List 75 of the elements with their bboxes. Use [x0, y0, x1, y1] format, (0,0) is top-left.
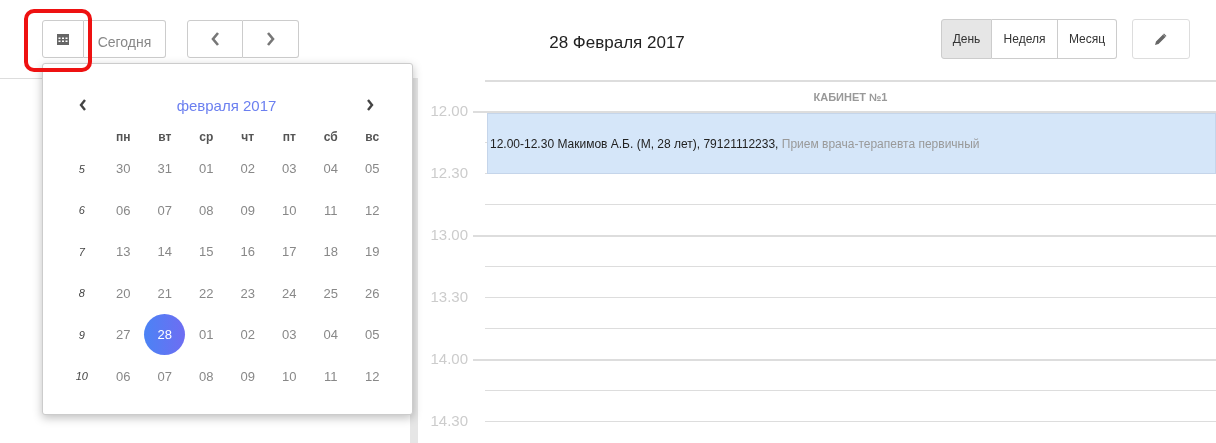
calendar-day[interactable]: 13 — [102, 231, 144, 273]
calendar-day[interactable]: 14 — [144, 231, 186, 273]
week-number: 10 — [75, 370, 88, 383]
calendar-day[interactable]: 04 — [310, 148, 352, 190]
calendar-day[interactable]: 03 — [268, 314, 310, 356]
calendar-day[interactable]: 07 — [144, 355, 186, 397]
weekday-label: сб — [323, 130, 338, 144]
calendar-day[interactable]: 01 — [185, 148, 227, 190]
highlight-frame — [24, 9, 92, 72]
calendar-day[interactable]: 02 — [227, 314, 269, 356]
calendar-day[interactable]: 23 — [227, 272, 269, 314]
month-title[interactable]: февраля 2017 — [176, 96, 277, 114]
calendar-day[interactable]: 31 — [144, 148, 186, 190]
week-number: 6 — [78, 204, 85, 217]
today-button[interactable]: Сегодня — [84, 20, 166, 58]
calendar-day[interactable]: 16 — [227, 231, 269, 273]
calendar-day[interactable]: 07 — [144, 189, 186, 231]
weekday-label: вт — [158, 130, 172, 144]
view-tab[interactable]: День — [941, 19, 992, 59]
calendar-day[interactable]: 08 — [185, 355, 227, 397]
calendar-day[interactable]: 01 — [185, 314, 227, 356]
calendar-day[interactable]: 09 — [227, 189, 269, 231]
calendar-day[interactable]: 30 — [102, 148, 144, 190]
calendar-day[interactable]: 28 — [144, 314, 186, 356]
week-number: 7 — [78, 245, 85, 258]
calendar-day[interactable]: 12 — [351, 355, 393, 397]
calendar-day[interactable]: 17 — [268, 231, 310, 273]
calendar-day[interactable]: 06 — [102, 189, 144, 231]
edit-button[interactable] — [1132, 19, 1190, 59]
appointment-block[interactable]: 12.00-12.30 Макимов А.Б. (М, 28 лет), 79121112233, Прием врача-терапевта первичный — [487, 113, 1216, 174]
calendar-button[interactable] — [42, 20, 84, 58]
calendar-day[interactable]: 05 — [351, 314, 393, 356]
chevron-left-icon — [210, 32, 220, 46]
appointment-text: 12.00-12.30 Макимов А.Б. (М, 28 лет), 79121112233, Прием врача-терапевта первичный — [489, 136, 980, 151]
room-header: КАБИНЕТ №1 — [485, 80, 1216, 111]
calendar-day[interactable]: 11 — [310, 355, 352, 397]
week-number: 8 — [78, 287, 85, 300]
chevron-right-icon[interactable] — [366, 99, 374, 111]
calendar-day[interactable]: 02 — [227, 148, 269, 190]
date-title: 28 Февраля 2017 — [548, 33, 686, 53]
calendar-day[interactable]: 05 — [351, 148, 393, 190]
calendar-day[interactable]: 11 — [310, 189, 352, 231]
next-button[interactable] — [243, 20, 299, 58]
calendar-day[interactable]: 04 — [310, 314, 352, 356]
week-number: 5 — [78, 162, 85, 175]
week-number: 9 — [78, 328, 85, 341]
weekday-label: вс — [365, 130, 380, 144]
calendar-icon — [57, 33, 69, 45]
weekday-label: пн — [116, 130, 131, 144]
chevron-left-icon[interactable] — [79, 99, 87, 111]
view-tab[interactable]: Неделя — [992, 19, 1058, 59]
calendar-day[interactable]: 15 — [185, 231, 227, 273]
calendar-day[interactable]: 21 — [144, 272, 186, 314]
calendar-day[interactable]: 10 — [268, 189, 310, 231]
calendar-day[interactable]: 08 — [185, 189, 227, 231]
calendar-day[interactable]: 10 — [268, 355, 310, 397]
calendar-day[interactable]: 12 — [351, 189, 393, 231]
weekday-label: пт — [282, 130, 296, 144]
calendar-day[interactable]: 06 — [102, 355, 144, 397]
calendar-day[interactable]: 18 — [310, 231, 352, 273]
calendar-day[interactable]: 09 — [227, 355, 269, 397]
calendar-day[interactable]: 03 — [268, 148, 310, 190]
previous-button[interactable] — [187, 20, 243, 58]
calendar-day[interactable]: 26 — [351, 272, 393, 314]
calendar-day[interactable]: 24 — [268, 272, 310, 314]
calendar-day[interactable]: 27 — [102, 314, 144, 356]
weekday-label: ср — [199, 130, 214, 144]
pencil-icon — [1155, 33, 1167, 45]
chevron-right-icon — [266, 32, 275, 46]
calendar-day[interactable]: 25 — [310, 272, 352, 314]
calendar-day[interactable]: 22 — [185, 272, 227, 314]
weekday-label: чт — [241, 130, 255, 144]
view-tab[interactable]: Месяц — [1058, 19, 1117, 59]
calendar-day[interactable]: 20 — [102, 272, 144, 314]
calendar-day[interactable]: 19 — [351, 231, 393, 273]
